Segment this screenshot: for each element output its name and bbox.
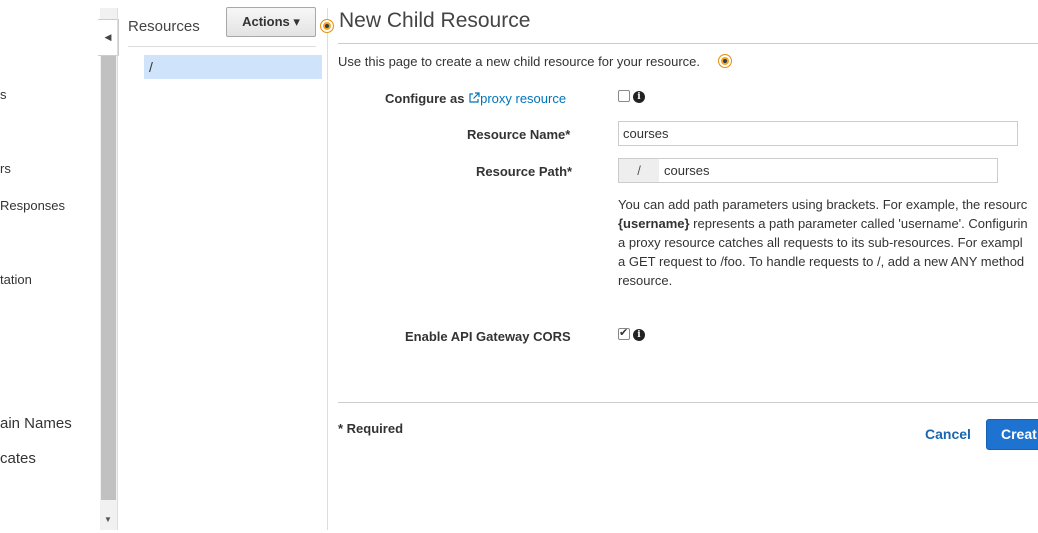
proxy-resource-link[interactable]: proxy resource bbox=[468, 91, 566, 106]
proxy-resource-checkbox[interactable] bbox=[618, 90, 630, 102]
nav-item-2[interactable]: rs bbox=[0, 161, 11, 176]
resource-path-label: Resource Path* bbox=[476, 164, 573, 179]
resources-title: Resources bbox=[128, 18, 200, 35]
help-line-2-rest: represents a path parameter called 'user… bbox=[689, 216, 1028, 231]
collapse-left-icon: ◀ bbox=[104, 32, 112, 42]
resource-name-label: Resource Name* bbox=[467, 127, 571, 142]
resource-tree-root[interactable]: / bbox=[144, 55, 322, 79]
nav-item-documentation[interactable]: tation bbox=[0, 272, 32, 287]
title-divider bbox=[338, 43, 1038, 44]
create-resource-button[interactable]: Creat bbox=[986, 419, 1038, 450]
scroll-down-icon[interactable]: ▼ bbox=[103, 515, 113, 525]
required-note: * Required bbox=[338, 421, 404, 436]
main-divider bbox=[327, 8, 328, 530]
resources-divider bbox=[128, 46, 316, 47]
info-icon[interactable]: i bbox=[633, 329, 645, 341]
intro-text: Use this page to create a new child reso… bbox=[338, 54, 701, 69]
highlight-marker bbox=[718, 54, 732, 68]
cancel-button[interactable]: Cancel bbox=[925, 426, 971, 442]
nav-item-client-certificates[interactable]: cates bbox=[0, 450, 36, 467]
resource-name-input[interactable]: courses bbox=[618, 121, 1018, 146]
panel-divider bbox=[117, 8, 118, 530]
collapse-sidebar-button[interactable]: ◀ bbox=[98, 19, 119, 56]
external-link-icon bbox=[469, 92, 480, 103]
scrollbar-thumb[interactable] bbox=[101, 56, 116, 500]
highlight-marker bbox=[320, 19, 334, 33]
enable-cors-label: Enable API Gateway CORS bbox=[405, 329, 571, 344]
page-title: New Child Resource bbox=[339, 9, 531, 32]
path-help-text: You can add path parameters using bracke… bbox=[618, 197, 1028, 288]
username-param: {username} bbox=[618, 216, 690, 231]
nav-item-custom-domain-names[interactable]: ain Names bbox=[0, 415, 72, 432]
actions-button[interactable]: Actions ▾ bbox=[226, 7, 316, 37]
nav-item-gateway-responses[interactable]: Responses bbox=[0, 198, 65, 213]
info-icon[interactable]: i bbox=[633, 91, 645, 103]
configure-proxy-label: Configure as proxy resource bbox=[385, 91, 567, 106]
footer-divider bbox=[338, 402, 1038, 403]
nav-item-1[interactable]: s bbox=[0, 87, 7, 102]
enable-cors-checkbox[interactable] bbox=[618, 326, 630, 340]
resource-path-prefix: / bbox=[619, 159, 659, 182]
resource-path-input[interactable]: courses bbox=[618, 158, 998, 183]
